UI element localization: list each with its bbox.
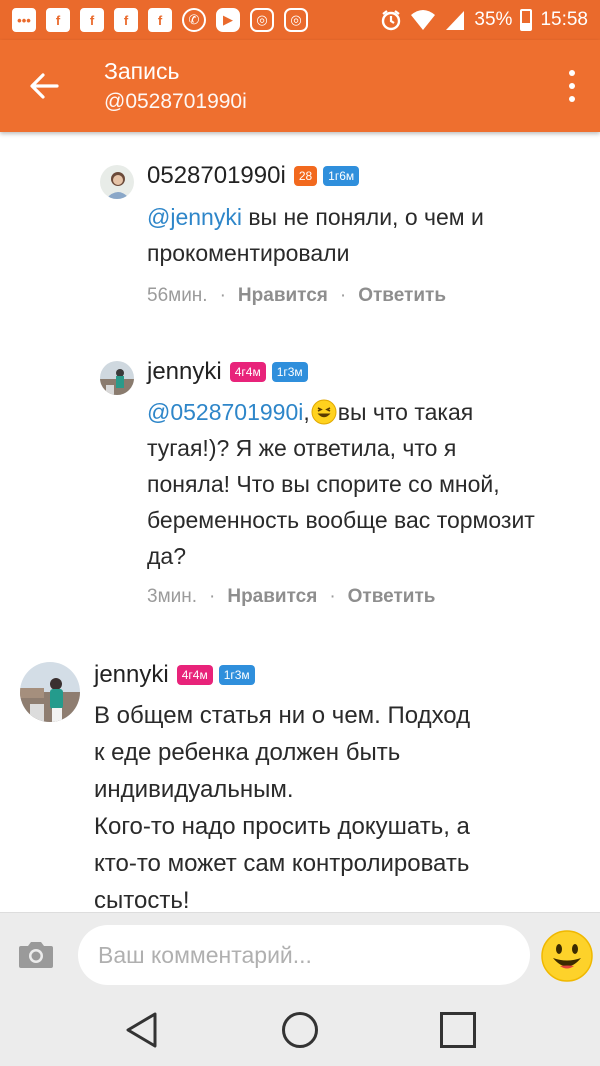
reply-button[interactable]: Ответить [348, 586, 436, 608]
avatar[interactable] [20, 662, 80, 722]
camera-button[interactable] [18, 939, 54, 969]
battery-percent: 35% [474, 9, 513, 30]
user-badge: 1г3м [271, 362, 308, 382]
nav-home-button[interactable] [280, 1010, 320, 1050]
comment-header: 0528701990i 28 1г6м [147, 162, 360, 190]
comment-header: jennyki 4г4м 1г3м [94, 661, 255, 689]
alarm-icon [382, 10, 401, 31]
emoji-button[interactable] [540, 929, 594, 983]
notification-icons: ••• f f f f ✆ ▶ ◎ ◎ [12, 8, 308, 32]
arrow-left-icon [30, 73, 59, 99]
facebook-icon: f [80, 8, 104, 32]
page-title: Запись [104, 58, 180, 84]
reply-button[interactable]: Ответить [358, 285, 446, 307]
triangle-back-icon [126, 1012, 157, 1048]
user-mention[interactable]: @0528701990i [147, 394, 303, 430]
comment-reply: 0528701990i 28 1г6м @jennyki вы не понял… [0, 132, 600, 332]
youtube-icon: ▶ [216, 8, 240, 32]
instagram-icon: ◎ [250, 8, 274, 32]
avatar-photo-icon [100, 165, 134, 199]
back-button[interactable] [24, 68, 64, 104]
wifi-icon [411, 10, 436, 30]
nav-back-button[interactable] [122, 1010, 162, 1050]
comment-reply: jennyki 4г4м 1г3м @0528701990i, вы что т… [0, 342, 600, 622]
comment-composer [0, 912, 600, 996]
more-dot-icon [569, 83, 575, 89]
comment-actions: 3мин. · Нравится · Ответить [147, 586, 436, 608]
comment-time: 56мин. [147, 285, 208, 306]
instagram-icon: ◎ [284, 8, 308, 32]
comment-actions: 56мин. · Нравится · Ответить [147, 285, 447, 307]
whatsapp-icon: ✆ [182, 8, 206, 32]
comments-feed[interactable]: 0528701990i 28 1г6м @jennyki вы не понял… [0, 132, 600, 912]
battery-icon [520, 9, 533, 31]
comment-input[interactable] [78, 925, 530, 985]
comment-header: jennyki 4г4м 1г3м [147, 358, 308, 386]
comment-time: 3мин. [147, 586, 198, 607]
facebook-icon: f [114, 8, 138, 32]
user-badge: 1г3м [218, 665, 255, 685]
user-badge: 4г4м [176, 665, 213, 685]
comment-text: @jennyki вы не поняли, о чем и прокомент… [147, 204, 484, 266]
avatar-photo-icon [20, 662, 80, 722]
avatar[interactable] [100, 165, 134, 199]
username[interactable]: jennyki [147, 358, 222, 386]
smiley-emoji-icon [541, 930, 593, 982]
avatar-photo-icon [100, 361, 134, 395]
app-toolbar: Запись @0528701990i [0, 40, 600, 132]
signal-icon [446, 11, 465, 30]
user-badge: 28 [293, 166, 318, 186]
clock: 15:58 [540, 9, 588, 30]
status-bar: ••• f f f f ✆ ▶ ◎ ◎ 35% 15:58 [0, 0, 600, 40]
nav-recents-button[interactable] [438, 1010, 478, 1050]
circle-home-icon [282, 1012, 318, 1048]
messages-icon: ••• [12, 8, 36, 32]
comment-text: В общем статья ни о чем. Подход к еде ре… [94, 702, 471, 912]
user-mention[interactable]: @jennyki [147, 204, 242, 230]
grinning-emoji-icon [311, 399, 337, 425]
square-recents-icon [440, 1012, 476, 1048]
like-button[interactable]: Нравится [227, 586, 317, 608]
more-dot-icon [569, 70, 575, 76]
camera-icon [19, 942, 53, 968]
page-subtitle: @0528701990i [104, 90, 247, 113]
avatar[interactable] [100, 361, 134, 395]
more-dot-icon [569, 96, 575, 102]
navigation-bar [0, 996, 600, 1066]
comment-text: @0528701990i, вы что такая тугая!)? Я же… [147, 394, 592, 574]
user-badge: 4г4м [229, 362, 266, 382]
comment: jennyki 4г4м 1г3м В общем статья ни о че… [0, 647, 600, 912]
like-button[interactable]: Нравится [238, 285, 328, 307]
username[interactable]: 0528701990i [147, 162, 286, 190]
facebook-icon: f [46, 8, 70, 32]
facebook-icon: f [148, 8, 172, 32]
user-badge: 1г6м [323, 166, 360, 186]
username[interactable]: jennyki [94, 661, 169, 689]
more-options-button[interactable] [564, 68, 580, 104]
